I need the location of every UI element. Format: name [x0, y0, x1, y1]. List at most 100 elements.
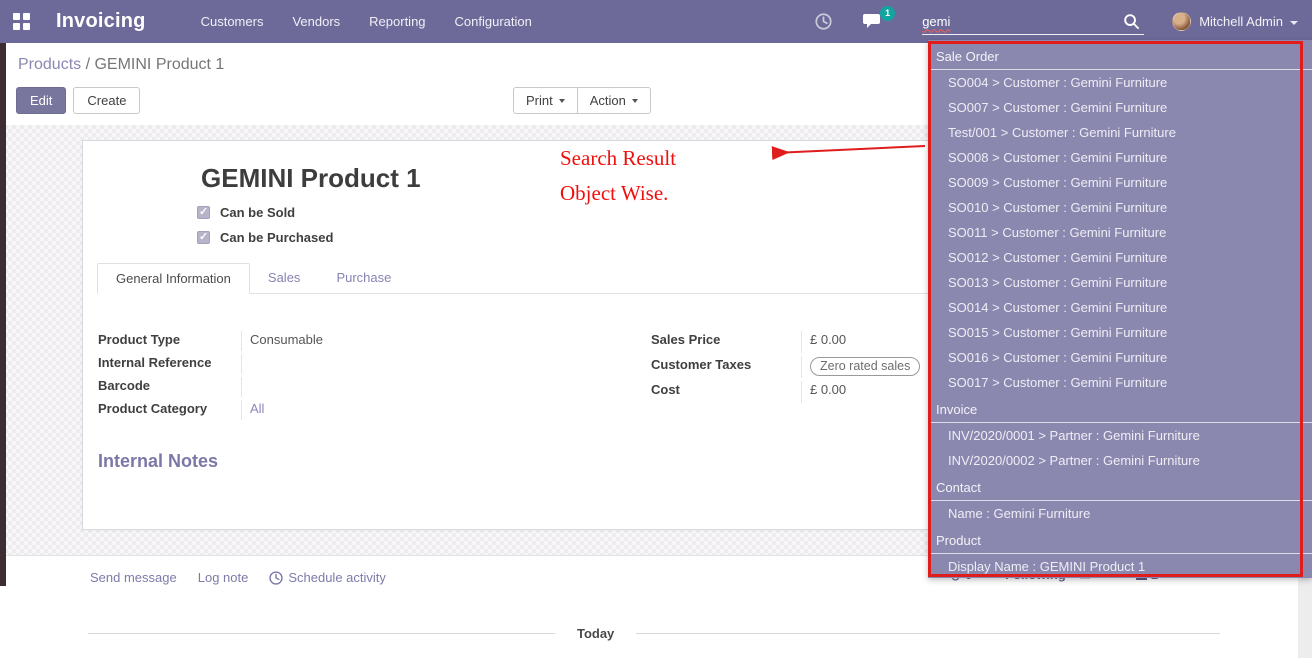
internal-notes-heading: Internal Notes [98, 451, 218, 472]
can-be-sold-row: Can be Sold [197, 205, 295, 220]
search-results-dropdown: Sale Order SO004 > Customer : Gemini Fur… [928, 40, 1312, 578]
tab-general-information[interactable]: General Information [97, 263, 250, 294]
search-result-item[interactable]: SO007 > Customer : Gemini Furniture [928, 95, 1312, 120]
chevron-down-icon [1290, 21, 1298, 25]
clock-icon [269, 571, 283, 585]
search-result-item[interactable]: Name : Gemini Furniture [928, 501, 1312, 526]
global-search-input[interactable]: gemi [922, 9, 1144, 35]
search-query-text: gemi [922, 14, 950, 29]
can-be-sold-checkbox[interactable] [197, 206, 210, 219]
date-divider-label: Today [555, 626, 636, 641]
search-result-item[interactable]: SO004 > Customer : Gemini Furniture [928, 70, 1312, 95]
field-label: Customer Taxes [651, 356, 801, 378]
schedule-activity-button[interactable]: Schedule activity [269, 570, 386, 585]
field-label: Internal Reference [98, 354, 241, 374]
menu-customers[interactable]: Customers [201, 14, 264, 29]
search-result-item[interactable]: SO008 > Customer : Gemini Furniture [928, 145, 1312, 170]
can-be-purchased-row: Can be Purchased [197, 230, 333, 245]
messages-icon[interactable]: 1 [862, 13, 884, 30]
field-value [241, 354, 568, 374]
section-contact: Contact Name : Gemini Furniture [928, 475, 1312, 526]
tax-tag[interactable]: Zero rated sales [810, 357, 920, 376]
search-icon[interactable] [1123, 13, 1140, 30]
field-label: Sales Price [651, 331, 801, 353]
field-label: Product Type [98, 331, 241, 351]
section-sale-order: Sale Order SO004 > Customer : Gemini Fur… [928, 44, 1312, 395]
search-result-item[interactable]: INV/2020/0002 > Partner : Gemini Furnitu… [928, 448, 1312, 473]
create-button[interactable]: Create [73, 87, 140, 114]
field-barcode: Barcode [98, 377, 568, 397]
print-label: Print [526, 93, 553, 108]
main-menu: Customers Vendors Reporting Configuratio… [201, 14, 532, 29]
action-button-group: Print Action [513, 87, 651, 114]
breadcrumb-products-link[interactable]: Products [18, 56, 81, 73]
section-header-contact: Contact [928, 475, 1312, 501]
breadcrumb: Products / GEMINI Product 1 [18, 56, 224, 74]
field-label: Barcode [98, 377, 241, 397]
search-result-item[interactable]: Test/001 > Customer : Gemini Furniture [928, 120, 1312, 145]
chevron-down-icon [632, 99, 638, 103]
breadcrumb-separator: / [81, 56, 94, 73]
tab-sales[interactable]: Sales [250, 263, 319, 293]
section-product: Product Display Name : GEMINI Product 1 [928, 528, 1312, 578]
field-label: Cost [651, 381, 801, 403]
annotation-text-line2: Object Wise. [560, 181, 668, 206]
action-label: Action [590, 93, 626, 108]
field-product-category: Product Category All [98, 400, 568, 420]
menu-configuration[interactable]: Configuration [455, 14, 532, 29]
top-navbar: Invoicing Customers Vendors Reporting Co… [0, 0, 1312, 43]
search-result-item[interactable]: Display Name : GEMINI Product 1 [928, 554, 1312, 578]
search-result-item[interactable]: SO009 > Customer : Gemini Furniture [928, 170, 1312, 195]
section-header-invoice: Invoice [928, 397, 1312, 423]
field-product-type: Product Type Consumable [98, 331, 568, 351]
edit-button[interactable]: Edit [16, 87, 66, 114]
product-title: GEMINI Product 1 [201, 163, 421, 194]
breadcrumb-current: GEMINI Product 1 [94, 56, 224, 73]
schedule-activity-label: Schedule activity [288, 570, 386, 585]
can-be-sold-label: Can be Sold [220, 205, 295, 220]
search-result-item[interactable]: SO014 > Customer : Gemini Furniture [928, 295, 1312, 320]
field-label: Product Category [98, 400, 241, 420]
annotation-text-line1: Search Result [560, 146, 676, 171]
section-header-product: Product [928, 528, 1312, 554]
activities-clock-icon[interactable] [815, 13, 832, 30]
log-note-button[interactable]: Log note [198, 570, 249, 585]
field-value [241, 377, 568, 397]
chatter-toolbar: Send message Log note Schedule activity [90, 570, 386, 585]
divider-line [636, 633, 1220, 634]
section-header-sale-order: Sale Order [928, 44, 1312, 70]
action-button[interactable]: Action [578, 87, 651, 114]
messages-badge: 1 [880, 6, 895, 21]
tab-purchase[interactable]: Purchase [318, 263, 409, 293]
apps-menu-icon[interactable] [13, 13, 31, 31]
product-category-link[interactable]: All [241, 400, 568, 420]
search-result-item[interactable]: SO013 > Customer : Gemini Furniture [928, 270, 1312, 295]
section-invoice: Invoice INV/2020/0001 > Partner : Gemini… [928, 397, 1312, 473]
field-group-left: Product Type Consumable Internal Referen… [98, 331, 568, 423]
can-be-purchased-checkbox[interactable] [197, 231, 210, 244]
left-edge-strip [0, 43, 6, 586]
can-be-purchased-label: Can be Purchased [220, 230, 333, 245]
search-result-item[interactable]: SO016 > Customer : Gemini Furniture [928, 345, 1312, 370]
search-result-item[interactable]: SO012 > Customer : Gemini Furniture [928, 245, 1312, 270]
search-result-item[interactable]: SO011 > Customer : Gemini Furniture [928, 220, 1312, 245]
chevron-down-icon [559, 99, 565, 103]
search-result-item[interactable]: SO017 > Customer : Gemini Furniture [928, 370, 1312, 395]
date-divider: Today [88, 626, 1220, 641]
menu-vendors[interactable]: Vendors [292, 14, 340, 29]
divider-line [88, 633, 555, 634]
search-result-item[interactable]: SO010 > Customer : Gemini Furniture [928, 195, 1312, 220]
field-internal-reference: Internal Reference [98, 354, 568, 374]
user-menu[interactable]: Mitchell Admin [1172, 12, 1298, 31]
user-name: Mitchell Admin [1199, 14, 1283, 29]
app-brand[interactable]: Invoicing [56, 10, 146, 33]
form-buttons: Edit Create [16, 87, 140, 114]
user-avatar [1172, 12, 1191, 31]
navbar-right: 1 gemi Mitchell Admin [815, 9, 1298, 35]
print-button[interactable]: Print [513, 87, 578, 114]
search-result-item[interactable]: SO015 > Customer : Gemini Furniture [928, 320, 1312, 345]
send-message-button[interactable]: Send message [90, 570, 177, 585]
search-result-item[interactable]: INV/2020/0001 > Partner : Gemini Furnitu… [928, 423, 1312, 448]
field-value: Consumable [241, 331, 568, 351]
menu-reporting[interactable]: Reporting [369, 14, 425, 29]
